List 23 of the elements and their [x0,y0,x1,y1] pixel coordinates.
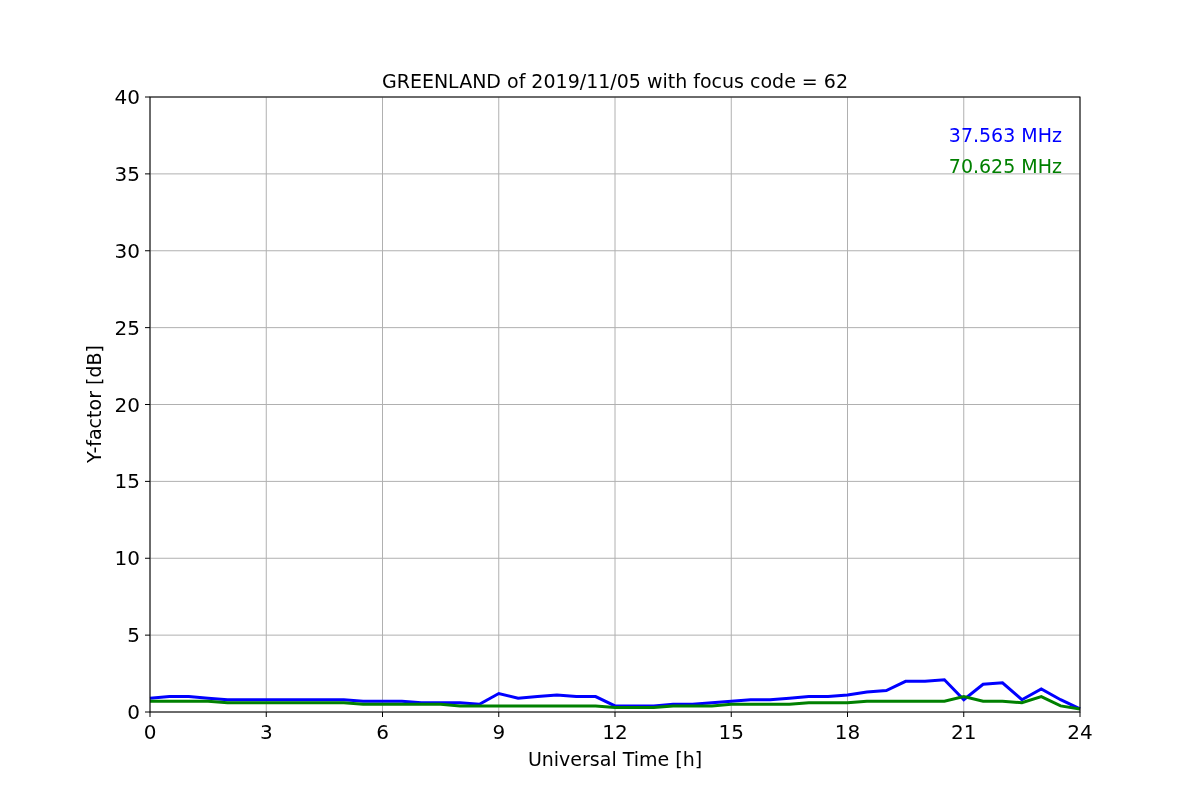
y-tick-label: 30 [114,238,140,263]
x-tick-label: 9 [492,720,506,744]
x-tick-label: 24 [1067,720,1093,744]
x-tick-label: 18 [834,720,861,744]
y-axis-label: Y-factor [dB] [83,345,105,463]
legend-label: 37.563 MHz [948,124,1062,146]
x-axis-label: Universal Time [h] [527,748,703,770]
y-tick-label: 15 [114,469,140,494]
y-tick-label: 25 [114,315,140,340]
y-tick-label: 0 [127,700,140,724]
legend-label: 70.625 MHz [948,155,1062,177]
y-tick-label: 35 [114,161,140,186]
x-tick-label: 0 [143,720,157,744]
x-tick-label: 12 [602,720,628,744]
x-tick-label: 21 [951,720,977,744]
x-tick-label: 15 [718,720,744,744]
y-tick-label: 20 [114,392,140,417]
y-tick-label: 10 [114,546,140,571]
x-tick-label: 6 [376,720,389,744]
y-tick-label: 5 [127,623,140,648]
x-tick-label: 3 [259,720,273,744]
y-tick-label: 40 [114,85,140,109]
chart-title: GREENLAND of 2019/11/05 with focus code = 62 [382,70,848,92]
